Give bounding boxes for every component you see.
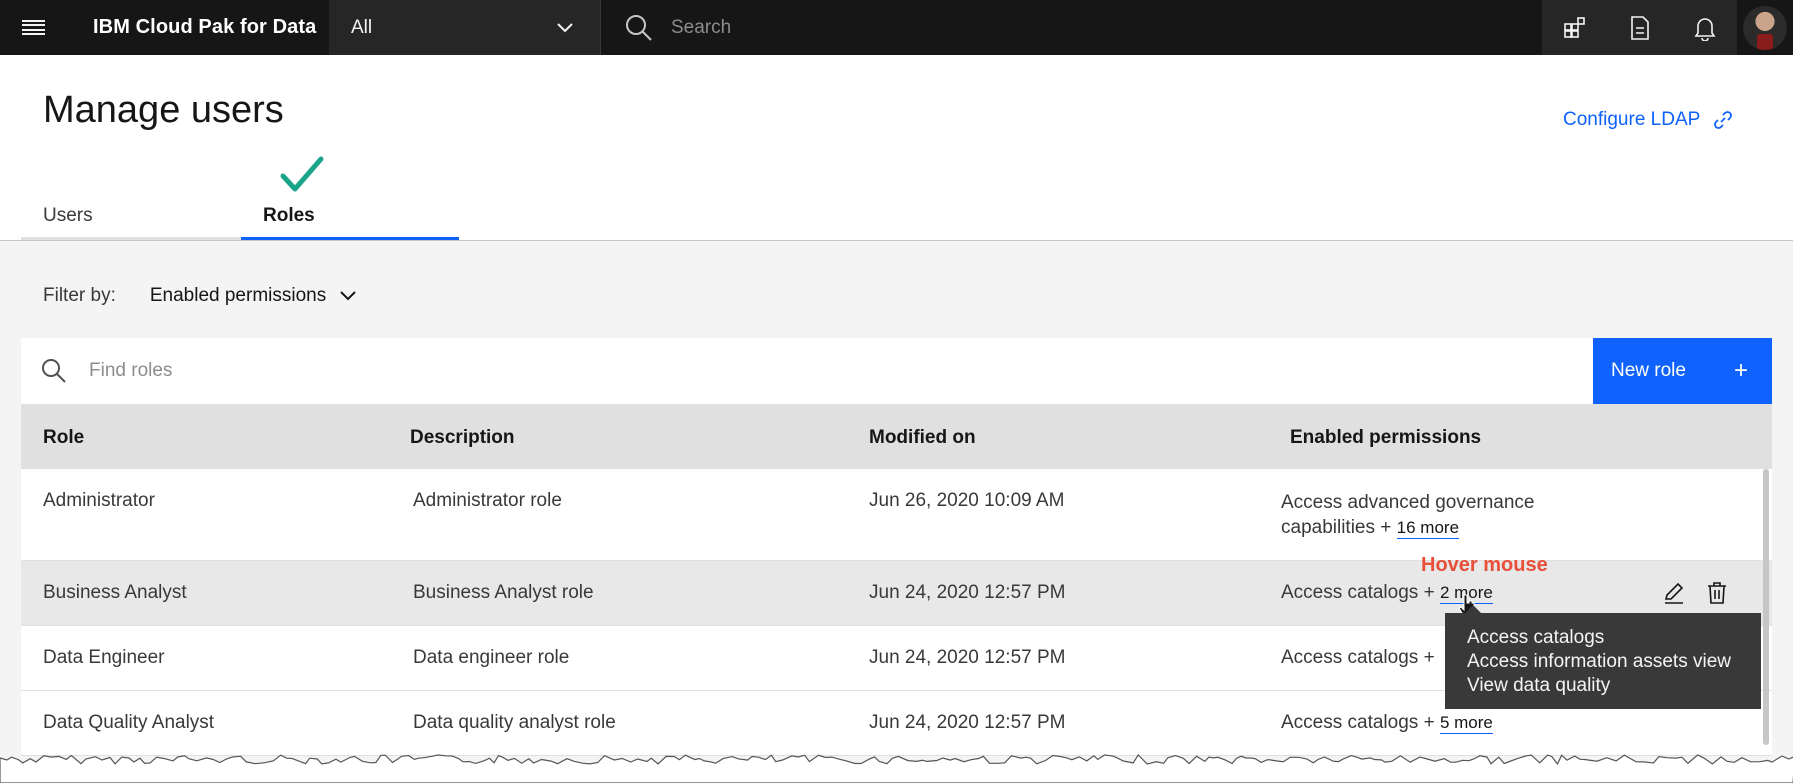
tooltip-item: Access catalogs [1467,627,1605,648]
table-row[interactable]: Administrator Administrator role Jun 26,… [21,469,1772,561]
new-role-button[interactable]: New role + [1593,338,1772,404]
modified-date: Jun 24, 2020 12:57 PM [869,712,1066,733]
checkmark-annotation-icon [280,156,324,192]
column-header-modified-on[interactable]: Modified on [869,427,976,449]
role-description: Data quality analyst role [413,712,616,733]
enabled-permissions-cell: Access catalogs + [1281,647,1435,669]
document-icon [1630,15,1649,40]
apps-button[interactable] [1542,0,1607,55]
row-actions [1662,581,1728,605]
enabled-permissions-cell: Access advanced governance capabilities … [1281,490,1535,540]
role-name: Data Quality Analyst [43,712,215,733]
tab-bar: Users Roles [0,200,1793,241]
configure-ldap-link[interactable]: Configure LDAP [1563,109,1734,131]
modified-date: Jun 24, 2020 12:57 PM [869,582,1066,603]
enabled-permissions-cell: Access catalogs + 5 more [1281,712,1493,734]
avatar [1743,5,1787,50]
permission-text: Access catalogs + [1281,712,1435,733]
table-header: Role Description Modified on Enabled per… [21,404,1772,469]
menu-icon[interactable] [0,0,66,55]
edit-icon[interactable] [1662,581,1686,605]
tooltip-item: View data quality [1467,675,1611,696]
scope-dropdown[interactable]: All [329,0,600,55]
modified-date: Jun 24, 2020 12:57 PM [869,647,1066,668]
permission-text: Access advanced governance [1281,492,1535,513]
new-role-label: New role [1611,360,1686,381]
find-roles-input[interactable]: Find roles [21,338,1593,404]
notification-icon [1694,17,1715,41]
tab-users[interactable]: Users [21,200,241,240]
apps-icon [1563,16,1585,38]
permission-text: capabilities + [1281,517,1392,538]
global-search-input[interactable]: Search [600,0,1542,55]
hover-annotation: Hover mouse [1421,554,1548,576]
more-permissions-link[interactable]: 16 more [1396,518,1460,539]
configure-ldap-label: Configure LDAP [1563,109,1701,130]
brand-name[interactable]: IBM Cloud Pak for Data [66,0,329,55]
tooltip-item: Access information assets view [1467,651,1731,672]
torn-edge-decoration [0,754,1793,783]
chevron-down-icon [557,22,573,32]
more-permissions-link[interactable]: 5 more [1439,713,1493,734]
role-description: Business Analyst role [413,582,594,603]
table-toolbar: Find roles New role + [21,338,1772,404]
document-button[interactable] [1607,0,1672,55]
user-profile-button[interactable] [1737,0,1793,55]
header-actions [1542,0,1793,55]
filter-dropdown[interactable]: Enabled permissions [150,285,326,307]
modified-date: Jun 26, 2020 10:09 AM [869,490,1065,511]
search-icon [42,359,66,383]
column-header-role[interactable]: Role [43,427,84,449]
find-roles-placeholder: Find roles [89,360,173,381]
search-icon [626,14,652,41]
permission-text: Access catalogs + [1281,647,1435,668]
tab-roles[interactable]: Roles [241,200,459,240]
role-description: Administrator role [413,490,562,511]
role-description: Data engineer role [413,647,570,668]
link-icon [1714,111,1733,129]
filter-label: Filter by: [43,285,116,306]
notifications-button[interactable] [1672,0,1737,55]
search-placeholder: Search [671,16,732,38]
role-name: Data Engineer [43,647,165,668]
scope-value: All [351,16,373,38]
column-header-description[interactable]: Description [410,427,515,449]
permissions-tooltip: Access catalogs Access information asset… [1445,605,1761,709]
plus-icon: + [1733,357,1748,384]
column-header-enabled-permissions[interactable]: Enabled permissions [1290,427,1481,449]
top-navigation-bar: IBM Cloud Pak for Data All Search [0,0,1793,55]
role-name: Business Analyst [43,582,187,603]
permission-text: Access catalogs + [1281,582,1435,603]
page-title: Manage users [43,89,284,131]
delete-icon[interactable] [1706,581,1728,605]
role-name: Administrator [43,490,155,511]
chevron-down-icon[interactable] [340,291,356,301]
table-scrollbar[interactable] [1763,469,1769,745]
filter-bar: Filter by: Enabled permissions [43,285,356,307]
